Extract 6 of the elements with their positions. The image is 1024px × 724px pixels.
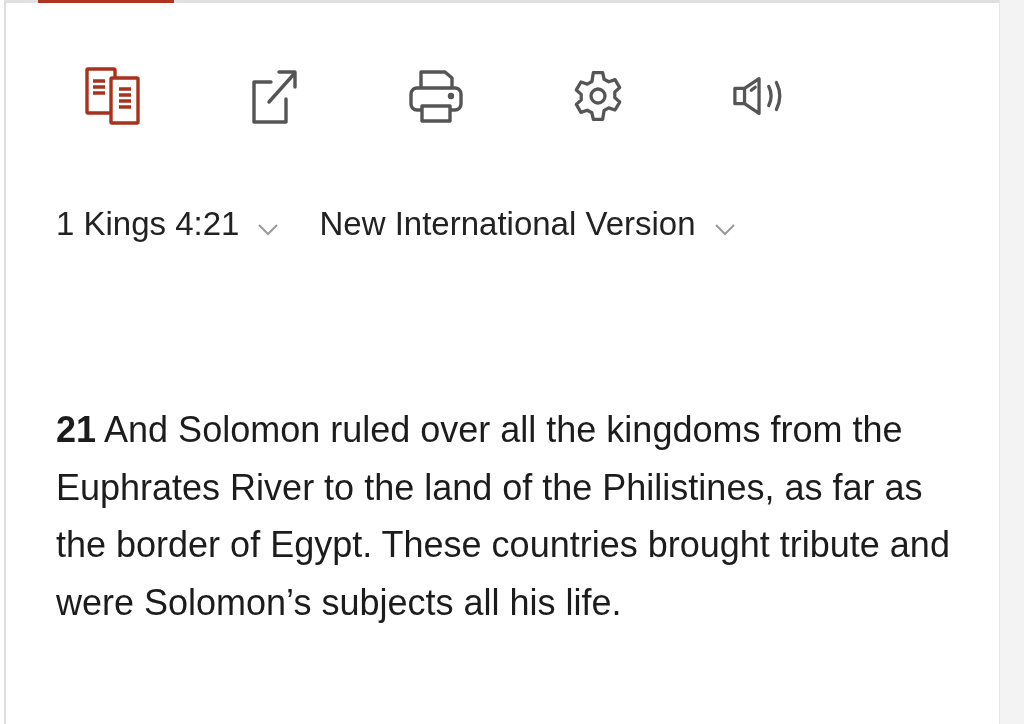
chevron-down-icon: [257, 222, 280, 236]
passage-selector[interactable]: 1 Kings 4:21: [56, 205, 280, 243]
parallel-pages-icon[interactable]: [84, 65, 140, 127]
chevron-down-icon: [713, 222, 736, 236]
version-selector[interactable]: New International Version: [319, 205, 736, 243]
verse-text: 21 And Solomon ruled over all the kingdoms from the Euphrates River to the land of the Philistines, as far as the border of Egypt. These countries brought tribute and were Solomon’s subjects all his life.: [56, 408, 951, 625]
